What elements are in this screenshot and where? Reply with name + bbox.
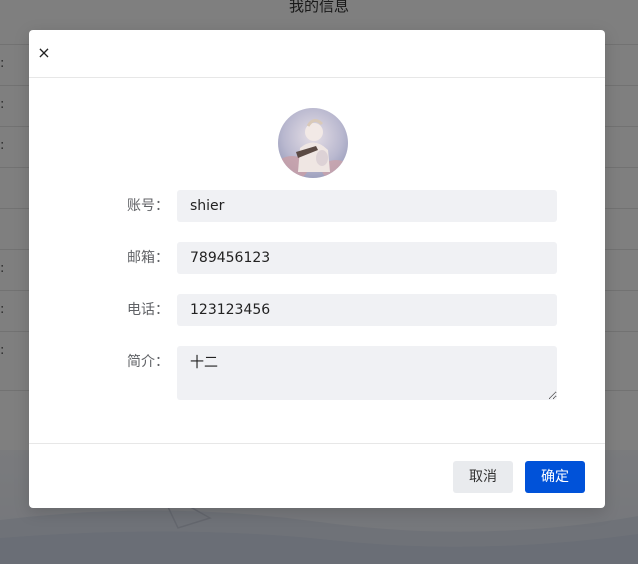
confirm-button[interactable]: 确定 (525, 461, 585, 493)
account-label: 账号： (127, 198, 169, 214)
avatar[interactable] (278, 108, 348, 178)
intro-label: 简介： (127, 354, 169, 370)
edit-profile-dialog: × 账号： 邮箱： 电话： (29, 30, 605, 508)
email-label: 邮箱： (127, 250, 169, 266)
avatar-image (278, 108, 348, 178)
dialog-footer: 取消 确定 (29, 443, 605, 508)
email-input[interactable] (177, 242, 557, 274)
cancel-button[interactable]: 取消 (453, 461, 513, 493)
account-input[interactable] (177, 190, 557, 222)
phone-label: 电话： (127, 302, 169, 318)
close-icon[interactable]: × (35, 44, 53, 62)
phone-input[interactable] (177, 294, 557, 326)
intro-textarea[interactable]: 十二 (177, 346, 557, 400)
dialog-header: × (29, 30, 605, 78)
